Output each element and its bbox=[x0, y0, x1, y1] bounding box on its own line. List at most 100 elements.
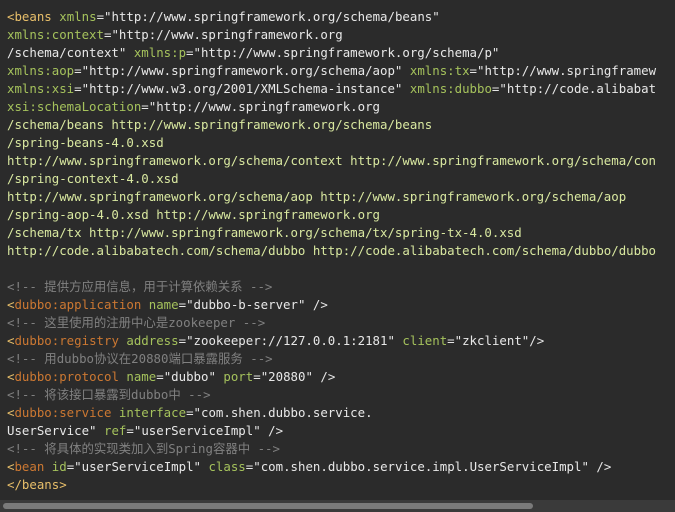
code-token: /schema/beans http://www.springframework… bbox=[7, 117, 433, 132]
code-line: <!-- 将该接口暴露到dubbo中 --> bbox=[7, 386, 656, 404]
code-token: interface bbox=[118, 405, 187, 420]
code-token: = bbox=[178, 333, 187, 348]
code-line: /spring-aop-4.0.xsd http://www.springfra… bbox=[7, 206, 656, 224]
code-token: = bbox=[447, 333, 455, 348]
code-token: port bbox=[223, 369, 254, 384]
code-line: /schema/context" xmlns:p="http://www.spr… bbox=[7, 44, 656, 62]
code-token: /> bbox=[588, 459, 612, 474]
code-token: address bbox=[126, 333, 179, 348]
code-token: = bbox=[253, 369, 261, 384]
code-token: xsi:schemaLocation bbox=[7, 99, 142, 114]
code-token: /spring-aop-4.0.xsd http://www.springfra… bbox=[7, 207, 380, 222]
code-token: "dubbo" bbox=[163, 369, 216, 384]
code-token: xmlns:tx bbox=[409, 63, 470, 78]
code-token: xmlns:xsi bbox=[7, 81, 75, 96]
code-token: "http://code.alibabat bbox=[499, 81, 657, 96]
code-line: <!-- 这里使用的注册中心是zookeeper --> bbox=[7, 314, 656, 332]
code-line: http://code.alibabatech.com/schema/dubbo… bbox=[7, 242, 656, 260]
code-token: UserService" bbox=[7, 423, 97, 438]
code-token: name bbox=[126, 369, 157, 384]
code-token: xmlns:context bbox=[7, 27, 104, 42]
code-line: /spring-beans-4.0.xsd bbox=[7, 134, 656, 152]
code-token: dubbo:application bbox=[14, 297, 142, 312]
code-token: = bbox=[141, 99, 149, 114]
code-token: http://www.springframework.org/schema/co… bbox=[7, 153, 657, 168]
code-line: <!-- 用dubbo协议在20880端口暴露服务 --> bbox=[7, 350, 656, 368]
code-token: = bbox=[74, 81, 82, 96]
code-line: <dubbo:protocol name="dubbo" port="20880… bbox=[7, 368, 656, 386]
code-token: /spring-context-4.0.xsd bbox=[7, 171, 179, 186]
code-token: /schema/context" bbox=[7, 45, 127, 60]
code-token: = bbox=[126, 423, 134, 438]
code-token: "zookeeper://127.0.0.1:2181" bbox=[186, 333, 395, 348]
code-token: /> bbox=[312, 369, 336, 384]
code-token: dubbo:service bbox=[14, 405, 112, 420]
code-token: = bbox=[186, 45, 194, 60]
code-line: http://www.springframework.org/schema/ao… bbox=[7, 188, 656, 206]
code-line: /schema/beans http://www.springframework… bbox=[7, 116, 656, 134]
code-token: "http://www.springframework.org/schema/p… bbox=[193, 45, 500, 60]
code-token: xmlns:p bbox=[133, 45, 187, 60]
scrollbar-thumb[interactable] bbox=[3, 503, 533, 509]
code-token: "userServiceImpl" bbox=[74, 459, 201, 474]
code-viewer: <beans xmlns="http://www.springframework… bbox=[0, 0, 675, 512]
code-token: http://www.springframework.org/schema/ao… bbox=[7, 189, 627, 204]
code-token: class bbox=[208, 459, 246, 474]
code-token: "com.shen.dubbo.service.impl.UserService… bbox=[253, 459, 589, 474]
code-token: /> bbox=[305, 297, 328, 312]
code-token: <!-- 这里使用的注册中心是zookeeper --> bbox=[7, 315, 266, 330]
code-token: > bbox=[59, 477, 67, 492]
code-token: "http://www.springframew bbox=[477, 63, 657, 78]
code-token: "com.shen.dubbo.service. bbox=[193, 405, 373, 420]
code-token: "dubbo-b-server" bbox=[186, 297, 306, 312]
code-line: <beans xmlns="http://www.springframework… bbox=[7, 8, 656, 26]
code-token: /spring-beans-4.0.xsd bbox=[7, 135, 164, 150]
code-line: <dubbo:service interface="com.shen.dubbo… bbox=[7, 404, 656, 422]
code-token: http://code.alibabatech.com/schema/dubbo… bbox=[7, 243, 657, 258]
code-token: = bbox=[186, 405, 194, 420]
code-token: "http://www.springframework.org/schema/a… bbox=[81, 63, 403, 78]
code-token: <!-- 将具体的实现类加入到Spring容器中 --> bbox=[7, 441, 280, 456]
code-line: /spring-context-4.0.xsd bbox=[7, 170, 656, 188]
code-token: client bbox=[402, 333, 448, 348]
code-token: name bbox=[148, 297, 179, 312]
code-token: xmlns:dubbo bbox=[409, 81, 492, 96]
code-token: id bbox=[51, 459, 67, 474]
code-token: dubbo:protocol bbox=[14, 369, 119, 384]
code-token: ref bbox=[104, 423, 127, 438]
code-token: /schema/tx http://www.springframework.or… bbox=[7, 225, 522, 240]
code-token: "http://www.springframework.org bbox=[148, 99, 381, 114]
code-token: <!-- 用dubbo协议在20880端口暴露服务 --> bbox=[7, 351, 273, 366]
code-line: <!-- 提供方应用信息，用于计算依赖关系 --> bbox=[7, 278, 656, 296]
code-token: = bbox=[469, 63, 478, 78]
code-token: xmlns bbox=[59, 9, 97, 24]
code-token: = bbox=[74, 63, 82, 78]
code-line: /schema/tx http://www.springframework.or… bbox=[7, 224, 656, 242]
code-line: </beans> bbox=[7, 476, 656, 494]
code-line: xsi:schemaLocation="http://www.springfra… bbox=[7, 98, 656, 116]
code-line: xmlns:aop="http://www.springframework.or… bbox=[7, 62, 656, 80]
code-token: = bbox=[178, 297, 187, 312]
code-line: UserService" ref="userServiceImpl" /> bbox=[7, 422, 656, 440]
horizontal-scrollbar[interactable] bbox=[0, 500, 675, 512]
code-line: xmlns:context="http://www.springframewor… bbox=[7, 26, 656, 44]
code-token: = bbox=[156, 369, 164, 384]
code-token: dubbo:registry bbox=[14, 333, 119, 348]
code-token: <!-- 提供方应用信息，用于计算依赖关系 --> bbox=[7, 279, 273, 294]
code-line: http://www.springframework.org/schema/co… bbox=[7, 152, 656, 170]
code-line: <!-- 将具体的实现类加入到Spring容器中 --> bbox=[7, 440, 656, 458]
code-token: = bbox=[96, 9, 105, 24]
code-line: <dubbo:application name="dubbo-b-server"… bbox=[7, 296, 656, 314]
code-token: </ bbox=[7, 477, 22, 492]
code-token: bean bbox=[14, 459, 45, 474]
code-token: "userServiceImpl" bbox=[133, 423, 261, 438]
code-token: xmlns:aop bbox=[7, 63, 75, 78]
code-line: <dubbo:registry address="zookeeper://127… bbox=[7, 332, 656, 350]
code-block: <beans xmlns="http://www.springframework… bbox=[7, 8, 656, 494]
